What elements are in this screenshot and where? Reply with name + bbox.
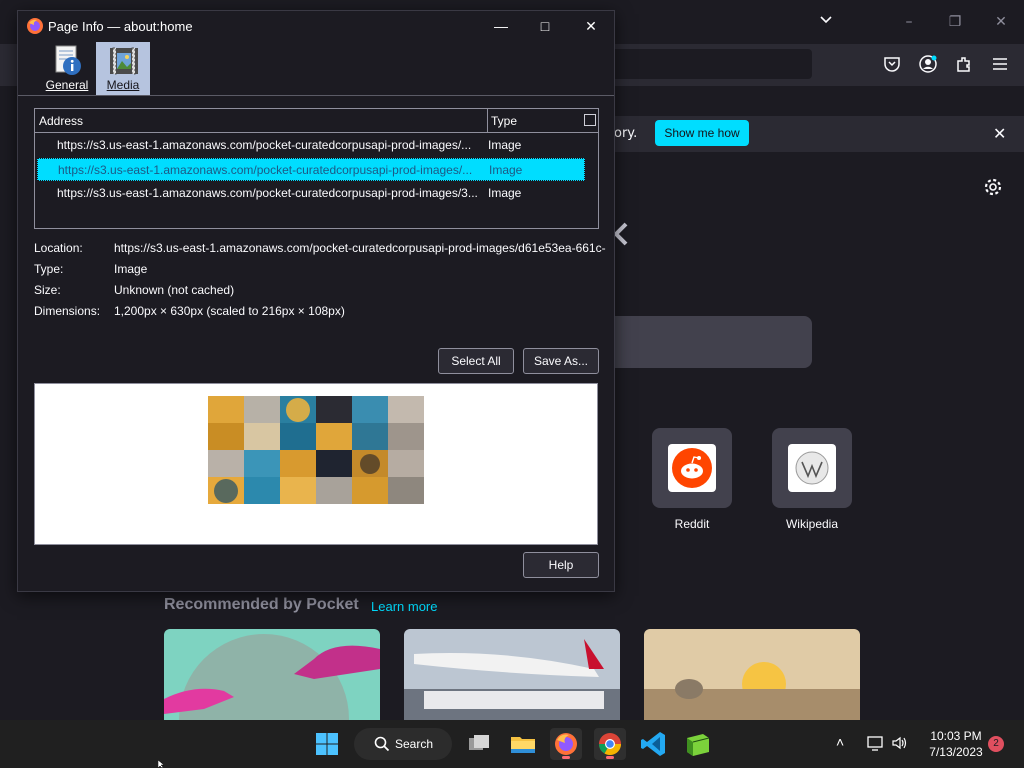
type-row: Type: Image bbox=[34, 262, 614, 282]
preview-image bbox=[208, 396, 424, 504]
row-type: Image bbox=[488, 138, 522, 152]
file-explorer-icon[interactable] bbox=[507, 728, 539, 760]
active-app-indicator bbox=[606, 756, 614, 759]
dialog-close-button[interactable]: ✕ bbox=[580, 15, 602, 37]
tab-list-chevron-icon[interactable] bbox=[818, 12, 834, 28]
tab-media[interactable]: Media bbox=[96, 42, 150, 95]
show-me-how-button[interactable]: Show me how bbox=[655, 120, 749, 146]
pocket-learn-more-link[interactable]: Learn more bbox=[371, 599, 437, 614]
clock-time: 10:03 PM bbox=[930, 729, 982, 743]
media-list[interactable]: Address Type https://s3.us-east-1.amazon… bbox=[34, 108, 599, 229]
row-address: https://s3.us-east-1.amazonaws.com/pocke… bbox=[57, 138, 472, 152]
account-icon[interactable] bbox=[918, 54, 938, 74]
notification-count-badge[interactable]: 2 bbox=[988, 736, 1004, 752]
firefox-taskbar-button[interactable] bbox=[550, 728, 582, 760]
shortcut-wikipedia-tile[interactable] bbox=[772, 428, 852, 508]
taskbar-clock[interactable]: 10:03 PM 7/13/2023 bbox=[920, 728, 992, 760]
notification-close-icon[interactable]: ✕ bbox=[993, 124, 1006, 143]
save-as-button[interactable]: Save As... bbox=[523, 348, 599, 374]
newtab-search-box[interactable] bbox=[600, 316, 812, 368]
pocket-card-planes[interactable] bbox=[404, 629, 620, 720]
tab-media-label: Media bbox=[106, 78, 140, 92]
column-picker-icon[interactable] bbox=[584, 114, 596, 126]
table-row[interactable]: https://s3.us-east-1.amazonaws.com/pocke… bbox=[37, 182, 585, 205]
active-app-indicator bbox=[562, 756, 570, 759]
shortcut-reddit-label[interactable]: Reddit bbox=[632, 517, 752, 531]
browser-restore-button[interactable]: ❐ bbox=[943, 10, 967, 34]
column-header-type[interactable]: Type bbox=[491, 114, 517, 128]
media-preview bbox=[34, 383, 598, 545]
tab-general-label: General bbox=[45, 78, 89, 92]
dialog-title: Page Info — about:home bbox=[48, 19, 193, 34]
volume-icon[interactable] bbox=[891, 734, 909, 752]
reddit-icon bbox=[672, 448, 712, 488]
dimensions-row: Dimensions: 1,200px × 630px (scaled to 2… bbox=[34, 304, 614, 324]
pocket-card-sunset[interactable] bbox=[644, 629, 860, 720]
location-row: Location: https://s3.us-east-1.amazonaws… bbox=[34, 241, 614, 261]
network-icon[interactable] bbox=[866, 734, 884, 752]
firefox-icon bbox=[27, 18, 43, 34]
notification-bar: ory. Show me how ✕ bbox=[590, 116, 1024, 152]
chrome-taskbar-button[interactable] bbox=[594, 728, 626, 760]
column-separator[interactable] bbox=[487, 109, 488, 133]
tab-general[interactable]: General bbox=[40, 42, 94, 95]
row-address: https://s3.us-east-1.amazonaws.com/pocke… bbox=[57, 186, 478, 200]
media-icon bbox=[110, 47, 138, 75]
dialog-minimize-button[interactable]: — bbox=[490, 15, 512, 37]
row-type: Image bbox=[488, 186, 522, 200]
menu-icon[interactable] bbox=[990, 54, 1010, 74]
table-row[interactable]: https://s3.us-east-1.amazonaws.com/pocke… bbox=[37, 134, 585, 157]
taskbar-search-label: Search bbox=[395, 737, 434, 751]
size-label: Size: bbox=[34, 283, 61, 297]
pocket-card-hands[interactable] bbox=[164, 629, 380, 720]
media-list-header: Address Type bbox=[35, 109, 598, 133]
pocket-heading: Recommended by Pocket bbox=[164, 596, 359, 613]
extensions-icon[interactable] bbox=[954, 54, 974, 74]
notification-text: ory. bbox=[614, 126, 638, 141]
dimensions-label: Dimensions: bbox=[34, 304, 101, 318]
browser-minimize-button[interactable]: – bbox=[897, 10, 921, 34]
windows-start-icon[interactable] bbox=[311, 728, 343, 760]
wikipedia-icon bbox=[795, 451, 829, 485]
search-icon bbox=[374, 736, 390, 752]
select-all-button[interactable]: Select All bbox=[438, 348, 514, 374]
shortcut-reddit-tile[interactable] bbox=[652, 428, 732, 508]
page-info-dialog: Page Info — about:home — □ ✕ General Med… bbox=[17, 10, 615, 592]
vscode-icon[interactable] bbox=[638, 728, 670, 760]
tray-overflow-chevron-icon[interactable]: ˄ bbox=[836, 734, 854, 752]
address-bar[interactable] bbox=[600, 49, 812, 79]
taskbar: Search ˄ 10:03 PM 7/13/2023 2 bbox=[0, 720, 1024, 768]
row-address: https://s3.us-east-1.amazonaws.com/pocke… bbox=[58, 163, 473, 177]
page-info-tabs: General Media bbox=[18, 41, 614, 96]
general-info-icon bbox=[55, 45, 81, 75]
location-value[interactable]: https://s3.us-east-1.amazonaws.com/pocke… bbox=[114, 241, 606, 255]
dialog-titlebar[interactable]: Page Info — about:home — □ ✕ bbox=[18, 11, 614, 41]
task-view-icon[interactable] bbox=[463, 728, 495, 760]
location-label: Location: bbox=[34, 241, 83, 255]
pocket-save-icon[interactable] bbox=[882, 54, 902, 74]
dialog-maximize-button[interactable]: □ bbox=[534, 15, 556, 37]
column-header-address[interactable]: Address bbox=[39, 114, 83, 128]
taskbar-search[interactable]: Search bbox=[354, 728, 452, 760]
mouse-cursor-icon bbox=[158, 760, 165, 768]
browser-close-button[interactable]: ✕ bbox=[989, 10, 1013, 34]
firefox-wordmark-fragment bbox=[613, 222, 628, 246]
gear-icon[interactable] bbox=[983, 177, 1003, 197]
size-value: Unknown (not cached) bbox=[114, 283, 235, 297]
shortcut-wikipedia-label[interactable]: Wikipedia bbox=[752, 517, 872, 531]
type-label: Type: bbox=[34, 262, 64, 276]
dimensions-value: 1,200px × 630px (scaled to 216px × 108px… bbox=[114, 304, 345, 318]
help-button[interactable]: Help bbox=[523, 552, 599, 578]
clock-date: 7/13/2023 bbox=[929, 745, 983, 759]
row-type: Image bbox=[489, 163, 523, 177]
table-row-selected[interactable]: https://s3.us-east-1.amazonaws.com/pocke… bbox=[37, 158, 585, 181]
minecraft-icon[interactable] bbox=[682, 728, 714, 760]
type-value: Image bbox=[114, 262, 148, 276]
size-row: Size: Unknown (not cached) bbox=[34, 283, 614, 303]
